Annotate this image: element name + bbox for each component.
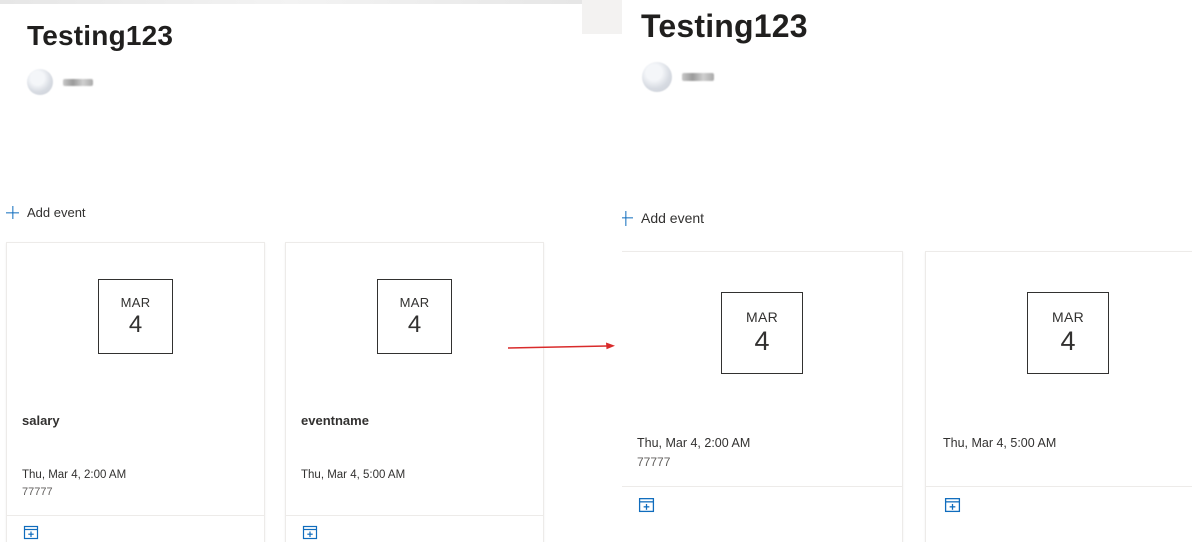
add-to-calendar-icon[interactable] <box>302 524 318 540</box>
card-divider <box>286 515 543 516</box>
event-time: Thu, Mar 4, 2:00 AM <box>22 469 127 481</box>
add-event-button[interactable]: Add event <box>622 210 704 226</box>
add-event-button[interactable]: Add event <box>6 205 86 220</box>
date-tile: MAR 4 <box>377 279 452 354</box>
date-tile: MAR 4 <box>721 292 803 374</box>
page-author <box>27 69 93 95</box>
event-title: salary <box>22 413 60 428</box>
date-tile: MAR 4 <box>98 279 173 354</box>
plus-icon <box>622 211 633 226</box>
event-title: eventname <box>301 413 369 428</box>
add-to-calendar-icon[interactable] <box>23 524 39 540</box>
date-day: 4 <box>1060 326 1076 356</box>
event-time: Thu, Mar 4, 2:00 AM <box>637 436 751 450</box>
page-title: Testing123 <box>641 8 808 44</box>
event-card[interactable]: MAR 4 Thu, Mar 4, 2:00 AM 77777 <box>622 251 903 542</box>
event-time: Thu, Mar 4, 5:00 AM <box>301 469 406 481</box>
date-month: MAR <box>745 309 778 325</box>
card-divider <box>7 515 264 516</box>
author-name-redacted <box>63 78 93 86</box>
avatar <box>642 62 672 92</box>
avatar <box>27 69 53 95</box>
event-time: Thu, Mar 4, 5:00 AM <box>943 436 1057 450</box>
card-divider <box>622 486 902 487</box>
date-day: 4 <box>407 310 422 338</box>
left-panel-before: Testing123 Add event MAR 4 salary Thu, M… <box>0 0 582 542</box>
plus-icon <box>6 206 19 219</box>
red-arrow <box>507 342 615 350</box>
card-divider <box>926 486 1192 487</box>
date-month: MAR <box>399 294 430 310</box>
top-strip-corner <box>582 0 622 34</box>
add-event-label: Add event <box>27 205 86 220</box>
author-name-redacted <box>682 73 714 81</box>
right-panel-after: Testing123 Add event MAR 4 Thu, Mar 4, 2… <box>622 0 1192 542</box>
event-card[interactable]: MAR 4 eventname Thu, Mar 4, 5:00 AM <box>285 242 544 542</box>
add-event-label: Add event <box>641 210 705 226</box>
event-card[interactable]: MAR 4 Thu, Mar 4, 5:00 AM <box>925 251 1192 542</box>
top-strip <box>0 0 582 4</box>
page-author <box>642 62 714 92</box>
add-to-calendar-icon[interactable] <box>638 496 655 513</box>
date-day: 4 <box>128 310 143 338</box>
event-location: 77777 <box>637 455 671 469</box>
page-title: Testing123 <box>27 20 174 51</box>
date-month: MAR <box>1051 309 1084 325</box>
date-tile: MAR 4 <box>1027 292 1109 374</box>
add-to-calendar-icon[interactable] <box>944 496 961 513</box>
date-day: 4 <box>754 326 770 356</box>
date-month: MAR <box>120 294 151 310</box>
event-card[interactable]: MAR 4 salary Thu, Mar 4, 2:00 AM 77777 <box>6 242 265 542</box>
event-location: 77777 <box>22 486 53 498</box>
